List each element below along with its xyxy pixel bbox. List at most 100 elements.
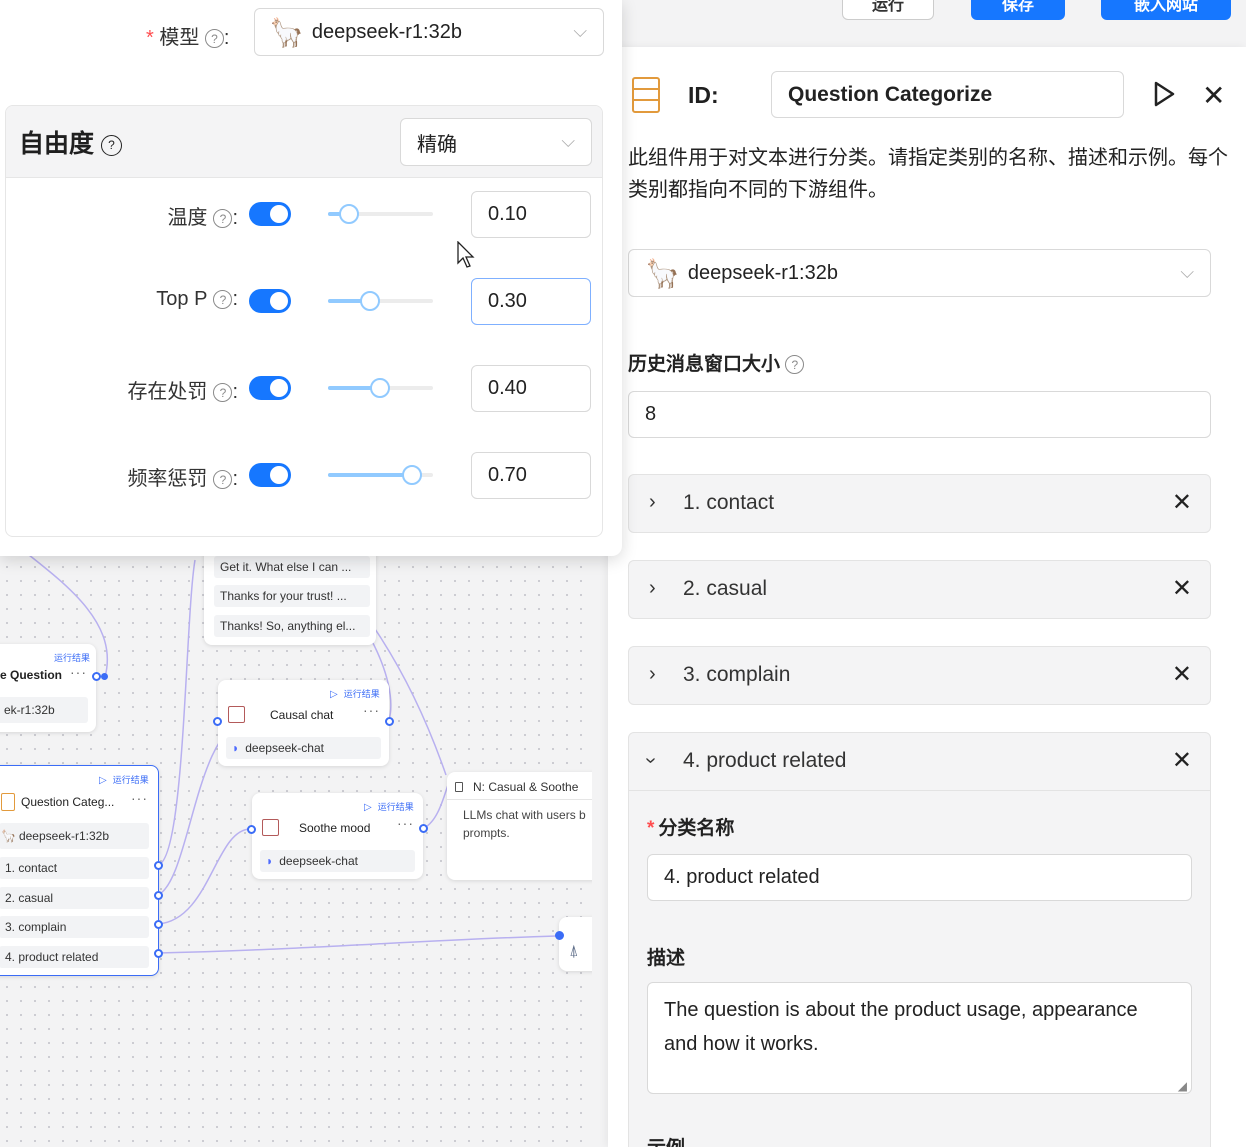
category-item: 3. complain xyxy=(0,916,149,938)
chevron-right-icon: › xyxy=(649,577,656,599)
help-icon[interactable]: ? xyxy=(213,209,233,229)
deepseek-icon: ◗ xyxy=(266,854,274,868)
help-icon[interactable]: ? xyxy=(213,470,233,490)
input-handle[interactable] xyxy=(555,931,564,940)
end-node[interactable]: ⍋ xyxy=(559,917,592,971)
param-toggle[interactable] xyxy=(249,289,291,313)
param-toggle[interactable] xyxy=(249,463,291,487)
rocket-icon: ⍋ xyxy=(569,943,579,960)
param-label-text: Top P xyxy=(156,288,208,310)
param-slider-handle[interactable] xyxy=(401,465,422,485)
output-handle[interactable] xyxy=(154,861,163,870)
param-value-input[interactable]: 0.70 xyxy=(471,452,591,499)
model-name: deepseek-r1:32b xyxy=(18,829,110,843)
param-slider-handle[interactable] xyxy=(370,378,390,398)
description-textarea[interactable]: The question is about the product usage,… xyxy=(647,982,1192,1094)
play-icon[interactable] xyxy=(1153,81,1175,107)
model-select-value: deepseek-r1:32b xyxy=(687,261,838,284)
output-handle[interactable] xyxy=(385,717,394,726)
param-label-text: 温度 xyxy=(167,207,208,229)
more-icon[interactable]: ··· xyxy=(363,702,380,718)
chevron-down-icon: › xyxy=(639,757,662,764)
category-item-contact[interactable]: › 1. contact ✕ xyxy=(628,474,1211,533)
id-input[interactable]: Question Categorize xyxy=(771,71,1124,118)
help-icon[interactable]: ? xyxy=(213,290,233,310)
categorize-icon xyxy=(632,77,660,113)
category-item: 2. casual xyxy=(0,887,149,909)
ollama-icon: 🦙 xyxy=(1,829,16,843)
delete-icon[interactable]: ✕ xyxy=(1172,660,1192,689)
category-item-complain[interactable]: › 3. complain ✕ xyxy=(628,646,1211,705)
required-mark: * xyxy=(146,27,154,49)
embed-button[interactable]: 嵌入网站 xyxy=(1101,0,1231,20)
param-value-input[interactable]: 0.30 xyxy=(471,278,591,325)
delete-icon[interactable]: ✕ xyxy=(1172,488,1192,517)
note-node[interactable]: N: Casual & Soothe LLMs chat with users … xyxy=(447,772,592,880)
chevron-down-icon: ⌵ xyxy=(561,131,575,151)
param-slider-handle[interactable] xyxy=(338,204,359,224)
input-handle[interactable] xyxy=(213,717,222,726)
chevron-down-icon: ⌵ xyxy=(1180,262,1194,282)
output-handle[interactable] xyxy=(154,891,163,900)
edge xyxy=(157,559,196,866)
question-node[interactable]: 运行结果 e Question ··· ek-r1:32b xyxy=(0,644,96,732)
param-label: Top P?: xyxy=(156,288,238,310)
close-icon[interactable]: ✕ xyxy=(1202,79,1225,112)
categorize-icon xyxy=(262,819,279,836)
history-input[interactable]: 8 xyxy=(628,391,1211,438)
input-handle[interactable] xyxy=(101,673,108,680)
output-handle[interactable] xyxy=(154,949,163,958)
play-icon: ▷ xyxy=(330,689,338,700)
param-label-text: 频率惩罚 xyxy=(127,468,208,490)
soothe-mood-node[interactable]: ▷ 运行结果 Soothe mood ··· ◗ deepseek-chat xyxy=(252,793,423,879)
param-value-input[interactable]: 0.40 xyxy=(471,365,591,412)
delete-icon[interactable]: ✕ xyxy=(1172,746,1192,775)
param-toggle[interactable] xyxy=(249,376,291,400)
run-result-link[interactable]: ▷ 运行结果 xyxy=(330,687,380,700)
play-icon-glyph xyxy=(1154,81,1175,107)
output-handle[interactable] xyxy=(154,920,163,929)
run-result-link[interactable]: ▷ 运行结果 xyxy=(99,773,149,786)
question-categorize-node[interactable]: ▷ 运行结果 Question Categ... ··· 🦙 deepseek-r1… xyxy=(0,765,159,976)
run-button[interactable]: 运行 xyxy=(842,0,934,20)
ollama-icon: 🦙 xyxy=(269,16,304,48)
help-icon[interactable]: ? xyxy=(204,29,224,49)
run-result-label: 运行结果 xyxy=(112,775,149,785)
param-value-input[interactable]: 0.10 xyxy=(471,191,591,238)
help-icon[interactable]: ? xyxy=(213,383,233,403)
help-icon[interactable]: ? xyxy=(100,134,122,156)
run-result-link[interactable]: ▷ 运行结果 xyxy=(364,800,414,813)
note-title: N: Casual & Soothe xyxy=(473,780,579,794)
save-button[interactable]: 保存 xyxy=(971,0,1065,20)
param-slider-fill xyxy=(328,473,412,477)
output-handle[interactable] xyxy=(419,824,428,833)
help-icon[interactable]: ? xyxy=(785,355,805,375)
param-toggle[interactable] xyxy=(249,202,291,226)
param-slider-handle[interactable] xyxy=(359,291,380,311)
causal-chat-node[interactable]: ▷ 运行结果 Causal chat ··· ◗ deepseek-chat xyxy=(218,680,389,766)
edge xyxy=(157,935,557,954)
message-row: Get it. What else I can ... xyxy=(214,556,370,578)
param-label: 存在处罚?: xyxy=(127,381,238,403)
input-handle[interactable] xyxy=(92,672,101,681)
category-name-input[interactable]: 4. product related xyxy=(647,854,1192,901)
node-title: Soothe mood xyxy=(299,821,371,835)
freedom-header: 自由度 ? 精确 ⌵ xyxy=(6,106,602,178)
resize-handle-icon[interactable]: ◢ xyxy=(1178,1079,1187,1093)
category-item-product-related: › 4. product related ✕ * 分类名称 4. product … xyxy=(628,732,1211,1147)
cursor-icon xyxy=(457,241,475,268)
note-divider xyxy=(447,799,592,800)
model-label-text: 模型 xyxy=(159,27,200,49)
model-select[interactable]: 🦙 deepseek-r1:32b ⌵ xyxy=(254,8,604,56)
freedom-select[interactable]: 精确 ⌵ xyxy=(400,118,592,166)
delete-icon[interactable]: ✕ xyxy=(1172,574,1192,603)
more-icon[interactable]: ··· xyxy=(131,790,148,806)
more-icon[interactable]: ··· xyxy=(70,664,87,680)
model-select[interactable]: 🦙 deepseek-r1:32b ⌵ xyxy=(628,249,1211,297)
input-handle[interactable] xyxy=(247,825,256,834)
model-label: * 模型 ?: xyxy=(146,27,230,49)
category-item-casual[interactable]: › 2. casual ✕ xyxy=(628,560,1211,619)
more-icon[interactable]: ··· xyxy=(397,815,414,831)
run-result-link[interactable]: 运行结果 xyxy=(54,651,90,664)
category-header[interactable]: › 4. product related ✕ xyxy=(629,733,1210,791)
